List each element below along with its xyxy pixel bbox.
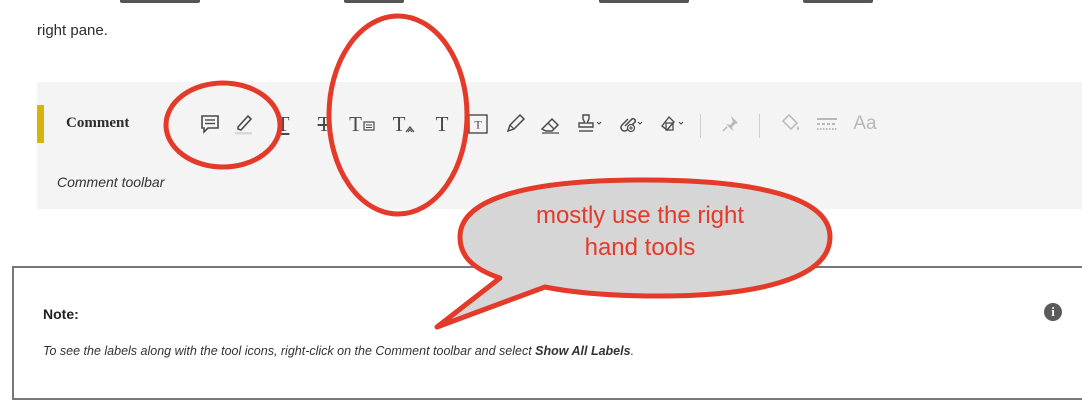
highlight-icon[interactable] xyxy=(228,108,260,140)
strikethrough-text-icon[interactable]: T xyxy=(308,108,340,140)
attach-file-icon[interactable] xyxy=(615,108,647,140)
fill-color-icon[interactable] xyxy=(774,108,806,140)
add-text-comment-icon[interactable]: T xyxy=(426,108,458,140)
toolbar-caption: Comment toolbar xyxy=(57,174,165,190)
intro-text: right pane. xyxy=(37,22,108,39)
pin-icon[interactable] xyxy=(714,108,746,140)
speech-bubble-text: mostly use the right hand tools xyxy=(535,202,745,261)
underline-text-icon[interactable]: T xyxy=(267,108,299,140)
note-title: Note: xyxy=(43,306,79,322)
info-icon: i xyxy=(1044,303,1062,321)
comment-toolbar: Comment T T T T T T Aa xyxy=(37,100,1082,150)
drawing-tools-icon[interactable] xyxy=(656,108,688,140)
toolbar-figure: Comment T T T T T T Aa Comment toolbar xyxy=(37,82,1082,209)
pencil-icon[interactable] xyxy=(499,108,531,140)
stamp-icon[interactable] xyxy=(574,108,606,140)
toolbar-separator xyxy=(700,114,701,138)
toolbar-title: Comment xyxy=(66,115,130,131)
toolbar-accent-bar xyxy=(37,105,44,143)
toolbar-separator xyxy=(759,114,760,138)
sticky-note-icon[interactable] xyxy=(194,108,226,140)
note-box: Note: i To see the labels along with the… xyxy=(12,266,1082,400)
replace-text-icon[interactable]: T xyxy=(346,108,378,140)
font-icon[interactable]: Aa xyxy=(845,108,885,140)
note-text: To see the labels along with the tool ic… xyxy=(43,344,635,358)
insert-text-icon[interactable]: T xyxy=(388,108,420,140)
line-style-icon[interactable] xyxy=(811,108,843,140)
clipped-previous-line xyxy=(0,0,1082,4)
eraser-icon[interactable] xyxy=(535,108,567,140)
text-box-icon[interactable]: T xyxy=(462,108,494,140)
svg-text:T: T xyxy=(474,118,482,132)
